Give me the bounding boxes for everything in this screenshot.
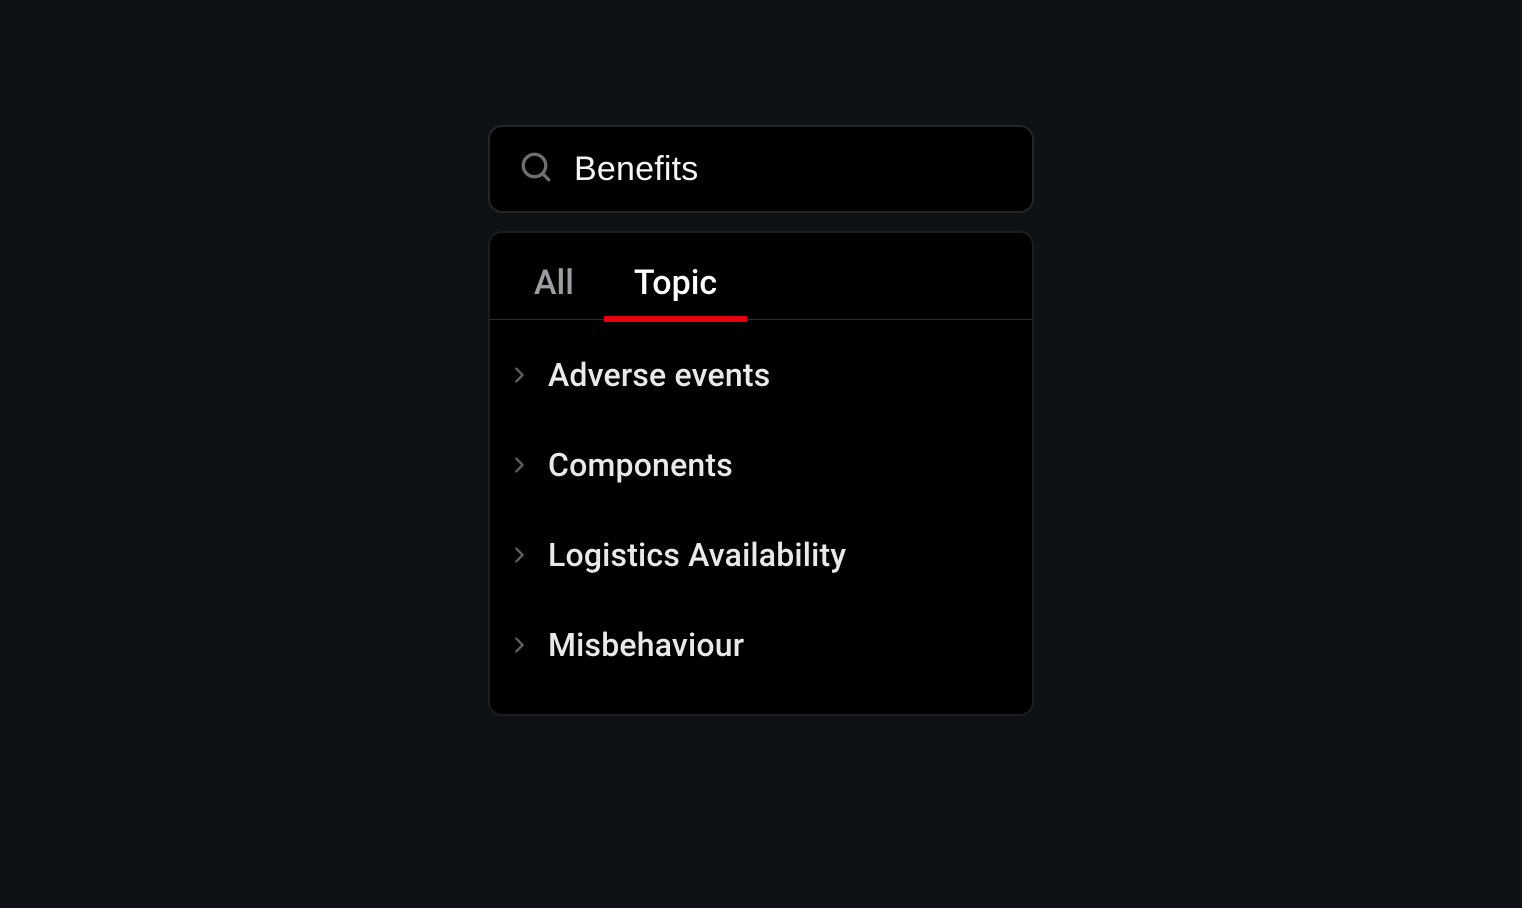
- result-item-logistics-availability[interactable]: Logistics Availability: [490, 510, 1032, 600]
- search-box[interactable]: [488, 125, 1034, 213]
- tabs: All Topic: [490, 233, 1032, 320]
- result-item-label: Logistics Availability: [548, 536, 846, 574]
- results-list: Adverse events Components Logistics Avai…: [490, 320, 1032, 690]
- tab-label: Topic: [634, 263, 717, 303]
- tab-all[interactable]: All: [490, 253, 604, 319]
- results-panel: All Topic Adverse events Components: [488, 231, 1034, 716]
- result-item-misbehaviour[interactable]: Misbehaviour: [490, 600, 1032, 690]
- search-icon: [518, 149, 554, 189]
- chevron-right-icon: [508, 634, 530, 656]
- tab-label: All: [534, 263, 574, 303]
- result-item-label: Misbehaviour: [548, 626, 744, 664]
- chevron-right-icon: [508, 544, 530, 566]
- chevron-right-icon: [508, 364, 530, 386]
- tab-topic[interactable]: Topic: [604, 253, 747, 319]
- result-item-components[interactable]: Components: [490, 420, 1032, 510]
- search-input[interactable]: [574, 150, 1017, 189]
- result-item-label: Adverse events: [548, 356, 770, 394]
- result-item-label: Components: [548, 446, 733, 484]
- result-item-adverse-events[interactable]: Adverse events: [490, 330, 1032, 420]
- chevron-right-icon: [508, 454, 530, 476]
